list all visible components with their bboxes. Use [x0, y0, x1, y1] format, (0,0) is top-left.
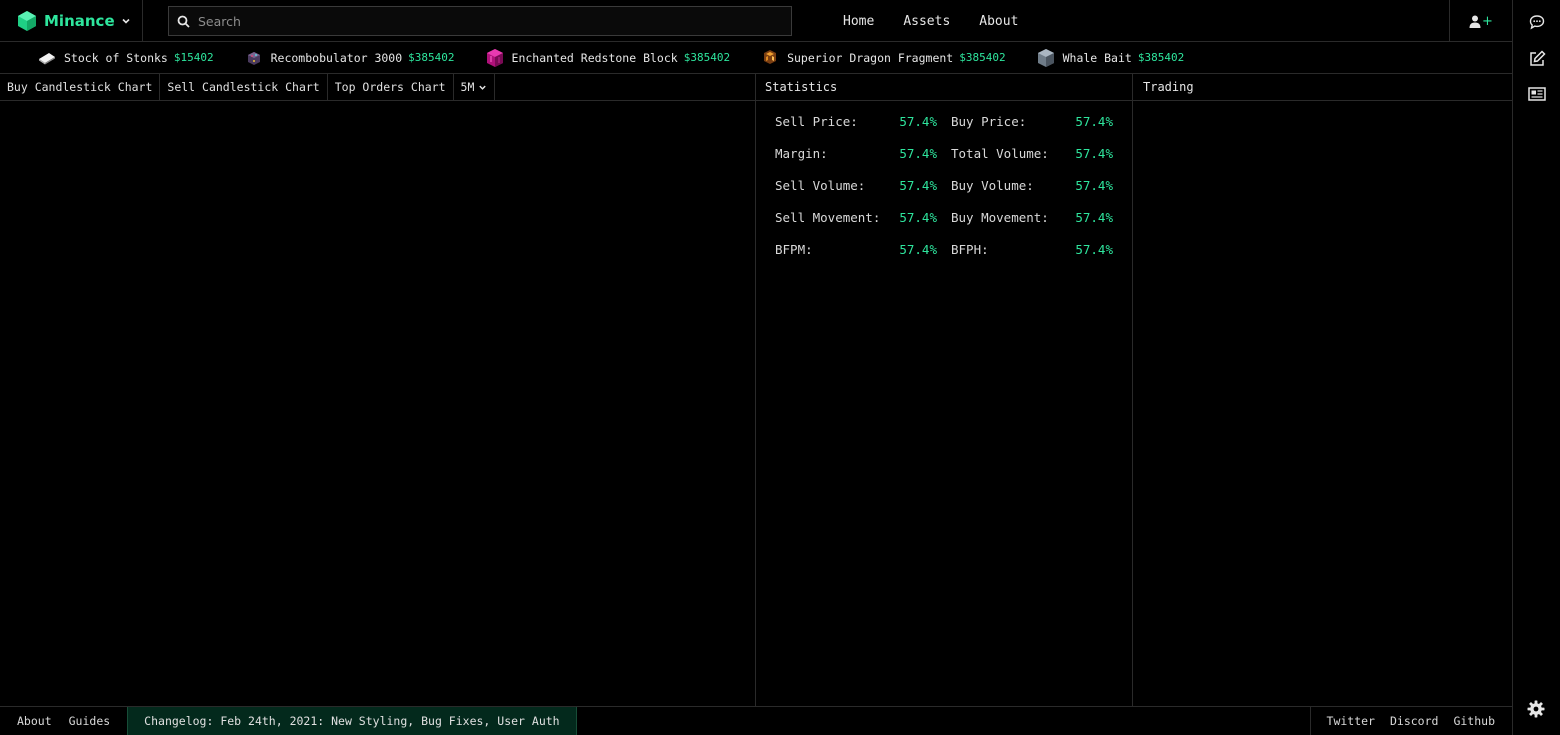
edit-button[interactable]	[1527, 48, 1547, 68]
chart-area	[0, 101, 755, 705]
github-link[interactable]: Github	[1453, 714, 1495, 728]
brand-name: Minance	[44, 11, 115, 30]
asset-ticker: Stock of Stonks $15402 Recombobulator 30…	[0, 42, 1512, 74]
edit-icon	[1529, 49, 1546, 66]
ticker-price: $15402	[173, 51, 214, 64]
stat-margin: Margin: 57.4%	[775, 146, 937, 161]
search-input[interactable]	[198, 13, 778, 29]
tab-buy-candlestick[interactable]: Buy Candlestick Chart	[0, 74, 161, 100]
stat-buy-movement: Buy Movement: 57.4%	[951, 210, 1113, 225]
top-navbar: Minance Home Assets About +	[0, 0, 1512, 42]
stat-row: Sell Movement: 57.4% Buy Movement: 57.4%	[775, 210, 1113, 242]
ticker-price: $385402	[1137, 51, 1185, 64]
chart-tabs: Buy Candlestick Chart Sell Candlestick C…	[0, 74, 755, 101]
search-box	[168, 6, 792, 36]
add-user-button[interactable]: +	[1449, 0, 1512, 42]
twitter-link[interactable]: Twitter	[1327, 714, 1375, 728]
news-icon	[1528, 87, 1546, 101]
footer-right: Twitter Discord Github	[1309, 707, 1512, 735]
nav-home-link[interactable]: Home	[843, 14, 874, 29]
statistics-title: Statistics	[756, 74, 1132, 101]
user-icon	[1469, 15, 1481, 28]
ticker-price: $385402	[683, 51, 731, 64]
stat-buy-price: Buy Price: 57.4%	[951, 114, 1113, 129]
ticker-item[interactable]: Superior Dragon Fragment $385402	[760, 49, 1006, 67]
ticker-name: Stock of Stonks	[64, 50, 168, 65]
ticker-item[interactable]: Whale Bait $385402	[1036, 48, 1185, 67]
gear-icon[interactable]	[1527, 700, 1545, 718]
interval-value: 5M	[460, 80, 475, 94]
stat-sell-price: Sell Price: 57.4%	[775, 114, 937, 129]
ticker-name: Superior Dragon Fragment	[787, 50, 954, 65]
stat-sell-movement: Sell Movement: 57.4%	[775, 210, 937, 225]
chart-panel: Buy Candlestick Chart Sell Candlestick C…	[0, 74, 756, 706]
stat-row: Sell Price: 57.4% Buy Price: 57.4%	[775, 114, 1113, 146]
ticker-price: $385402	[408, 51, 455, 64]
tab-sell-candlestick[interactable]: Sell Candlestick Chart	[160, 74, 328, 100]
statistics-grid: Sell Price: 57.4% Buy Price: 57.4% Margin:…	[775, 114, 1113, 274]
paper-stock-icon	[39, 52, 55, 64]
stat-total-volume: Total Volume: 57.4%	[951, 146, 1113, 161]
footer-about-link[interactable]: About	[17, 714, 52, 728]
hex-cube-logo-icon	[18, 10, 36, 31]
stat-row: Sell Volume: 57.4% Buy Volume: 57.4%	[775, 178, 1113, 210]
nav-about-link[interactable]: About	[979, 14, 1018, 29]
nav-assets-link[interactable]: Assets	[903, 14, 950, 29]
stat-buy-volume: Buy Volume: 57.4%	[951, 178, 1113, 193]
search-icon	[177, 15, 190, 28]
ticker-name: Enchanted Redstone Block	[511, 50, 678, 65]
stat-bfpm: BFPM: 57.4%	[775, 242, 937, 257]
redstone-block-icon	[486, 48, 503, 67]
changelog-banner[interactable]: Changelog: Feb 24th, 2021: New Styling, …	[127, 707, 577, 735]
stat-row: Margin: 57.4% Total Volume: 57.4%	[775, 146, 1113, 178]
news-button[interactable]	[1527, 84, 1547, 104]
ticker-item[interactable]: Stock of Stonks $15402	[37, 49, 214, 67]
footer-guides-link[interactable]: Guides	[69, 714, 111, 728]
statistics-panel: Statistics Sell Price: 57.4% Buy Price: 57…	[756, 74, 1133, 706]
footer-left: About Guides	[0, 707, 127, 735]
stat-bfph: BFPH: 57.4%	[951, 242, 1113, 257]
trading-title: Trading	[1133, 74, 1512, 101]
stat-row: BFPM: 57.4% BFPH: 57.4%	[775, 242, 1113, 274]
main-nav: Home Assets About	[843, 0, 1047, 42]
stat-sell-volume: Sell Volume: 57.4%	[775, 178, 937, 193]
ticker-name: Whale Bait	[1062, 50, 1132, 65]
whale-bait-icon	[1037, 48, 1054, 67]
tab-top-orders[interactable]: Top Orders Chart	[328, 74, 454, 100]
chevron-down-icon	[122, 18, 130, 24]
right-rail	[1512, 0, 1560, 735]
discord-link[interactable]: Discord	[1390, 714, 1438, 728]
ticker-price: $385402	[959, 51, 1006, 64]
recombobulator-icon	[247, 51, 260, 65]
chevron-down-icon	[479, 85, 487, 90]
brand-menu[interactable]: Minance	[0, 0, 143, 42]
chat-button[interactable]	[1527, 12, 1547, 32]
ticker-item[interactable]: Enchanted Redstone Block $385402	[485, 48, 731, 67]
ticker-name: Recombobulator 3000	[270, 50, 403, 65]
chat-icon	[1529, 15, 1545, 30]
interval-select[interactable]: 5M	[454, 74, 496, 100]
dragon-fragment-icon	[764, 49, 777, 64]
ticker-item[interactable]: Recombobulator 3000 $385402	[244, 49, 455, 67]
trading-panel: Trading	[1133, 74, 1512, 706]
footer: About Guides Changelog: Feb 24th, 2021: …	[0, 706, 1512, 735]
plus-icon: +	[1482, 13, 1493, 29]
